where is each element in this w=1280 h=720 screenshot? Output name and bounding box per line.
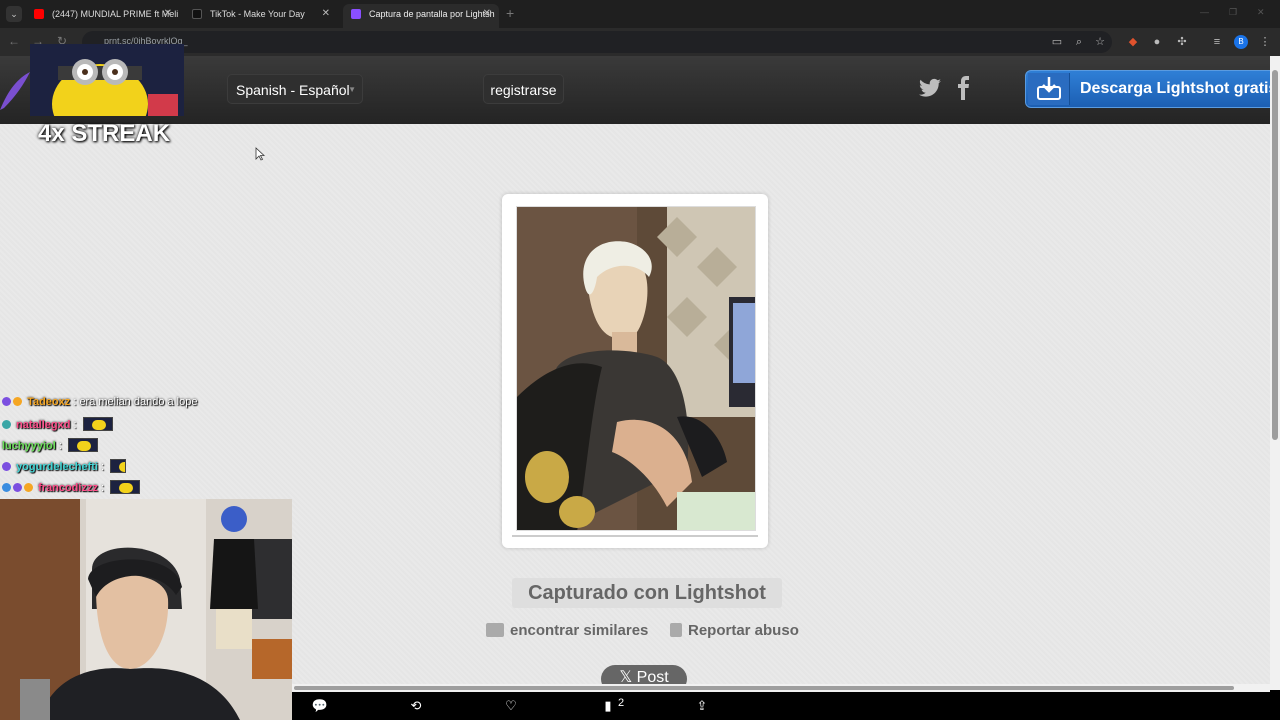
chat-username: yogurdelechefti <box>16 461 98 473</box>
chat-username: Tadeoxz <box>27 396 71 408</box>
more-menu-icon[interactable]: ⋮ <box>1258 35 1272 49</box>
bookmark-star-icon[interactable]: ☆ <box>1093 35 1107 49</box>
extensions-puzzle-icon[interactable]: ✣ <box>1175 35 1189 49</box>
badge-icon <box>2 397 11 406</box>
maximize-icon[interactable]: ❐ <box>1229 7 1237 18</box>
browser-toolbar: ← → ↻ prnt.sc/0jhBoyrklQg_ ▭ ⌕ ☆ ◆ ● ✣ ≡… <box>0 28 1280 56</box>
install-app-icon[interactable]: ▭ <box>1050 35 1064 49</box>
language-selector[interactable]: Spanish - Español ▼ <box>227 74 363 104</box>
badge-icon <box>2 483 11 492</box>
chat-text: : <box>101 461 105 473</box>
close-tab-icon[interactable]: ✕ <box>164 4 172 24</box>
badge-icon <box>13 483 22 492</box>
share-icon[interactable]: ⇪ <box>692 696 712 716</box>
lightshot-icon <box>351 9 361 19</box>
address-bar[interactable]: prnt.sc/0jhBoyrklQg_ <box>82 31 1112 53</box>
tab-search-button[interactable]: ⌄ <box>6 6 22 22</box>
minimize-icon[interactable]: — <box>1200 7 1209 17</box>
chat-text: : <box>73 419 77 431</box>
chevron-down-icon: ▼ <box>348 85 356 94</box>
download-lightshot-button[interactable]: Descarga Lightshot gratis <box>1025 70 1270 108</box>
chat-message: yogurdelechefti : <box>2 459 292 480</box>
close-tab-icon[interactable]: ✕ <box>483 4 491 24</box>
emote-icon <box>67 438 98 452</box>
chat-message: Tadeoxz : era melian dando a lope <box>2 396 292 417</box>
camera-icon <box>486 623 504 637</box>
download-icon <box>1028 73 1070 105</box>
views-chart-icon[interactable]: ▮ <box>598 696 618 716</box>
vertical-scrollbar[interactable] <box>1270 56 1280 690</box>
mouse-cursor-icon <box>255 147 265 161</box>
find-similar-label: encontrar similares <box>510 622 649 639</box>
chat-username: luchyyyiol <box>2 440 56 452</box>
screenshot-frame <box>502 194 768 548</box>
reply-icon[interactable]: 💬 <box>310 696 330 716</box>
reading-list-icon[interactable]: ≡ <box>1210 35 1224 49</box>
retweet-icon[interactable]: ⟲ <box>406 696 426 716</box>
tab-title: TikTok - Make Your Day <box>210 9 305 19</box>
emote-icon <box>82 417 113 431</box>
chat-message: luchyyyiol : <box>2 438 292 459</box>
new-tab-button[interactable]: + <box>506 5 514 21</box>
extension-icon[interactable]: ● <box>1150 35 1164 49</box>
report-abuse-link[interactable]: Reportar abuso <box>670 622 799 639</box>
tweet-actions-bar: 💬 ⟲ ♡ ▮ 2 ⇪ <box>292 692 1280 720</box>
webcam-overlay <box>0 499 292 720</box>
badge-icon <box>24 483 33 492</box>
register-button[interactable]: registrarse <box>483 74 564 104</box>
find-similar-link[interactable]: encontrar similares <box>486 622 648 639</box>
tab-tiktok[interactable]: TikTok - Make Your Day ✕ <box>184 4 338 28</box>
tab-title: (2447) MUNDIAL PRIME ft Meli <box>52 9 179 19</box>
badge-icon <box>2 420 11 429</box>
chat-text: : era melian dando a lope <box>73 396 198 408</box>
stream-chat-overlay: Tadeoxz : era melian dando a lope natall… <box>2 396 292 501</box>
chat-message: francodizzz : <box>2 480 292 501</box>
emote-icon <box>110 480 141 494</box>
back-icon[interactable]: ← <box>6 34 22 48</box>
like-heart-icon[interactable]: ♡ <box>501 696 521 716</box>
scrollbar-thumb[interactable] <box>294 686 1234 690</box>
badge-icon <box>13 397 22 406</box>
close-tab-icon[interactable]: ✕ <box>322 4 330 24</box>
profile-avatar[interactable]: B <box>1234 35 1248 49</box>
close-window-icon[interactable]: ✕ <box>1257 7 1265 18</box>
facebook-icon[interactable] <box>952 76 976 100</box>
chat-text: : <box>101 482 105 494</box>
lightshot-logo-icon[interactable] <box>0 70 30 110</box>
screenshot-image[interactable] <box>516 206 756 531</box>
report-icon <box>670 623 682 637</box>
tab-lightshot[interactable]: Captura de pantalla por Lightsh ✕ <box>343 4 499 28</box>
report-label: Reportar abuso <box>688 622 799 639</box>
tab-title: Captura de pantalla por Lightsh <box>369 9 495 19</box>
emote-icon <box>110 459 127 473</box>
chat-text: : <box>58 440 62 452</box>
twitter-icon[interactable] <box>918 76 942 100</box>
divider <box>512 535 758 537</box>
streak-emote-image <box>30 44 184 116</box>
streak-label: 4x STREAK <box>38 120 171 147</box>
zoom-icon[interactable]: ⌕ <box>1072 35 1086 49</box>
scrollbar-thumb[interactable] <box>1272 70 1278 440</box>
badge-icon <box>2 462 11 471</box>
chat-username: francodizzz <box>38 482 98 494</box>
youtube-icon <box>34 9 44 19</box>
extension-icon[interactable]: ◆ <box>1126 35 1140 49</box>
chat-username: natallegxd <box>16 419 71 431</box>
site-header: Spanish - Español ▼ registrarse Descarga… <box>0 56 1270 124</box>
chat-message: natallegxd : <box>2 417 292 438</box>
tab-youtube[interactable]: (2447) MUNDIAL PRIME ft Meli ✕ <box>26 4 180 28</box>
tiktok-icon <box>192 9 202 19</box>
views-count: 2 <box>618 697 625 709</box>
captured-with-lightshot-label: Capturado con Lightshot <box>512 578 782 608</box>
browser-tab-bar: ⌄ (2447) MUNDIAL PRIME ft Meli ✕ TikTok … <box>0 0 1280 28</box>
horizontal-scrollbar[interactable] <box>292 684 1270 692</box>
download-label: Descarga Lightshot gratis <box>1080 80 1270 97</box>
language-label: Spanish - Español <box>236 82 350 98</box>
